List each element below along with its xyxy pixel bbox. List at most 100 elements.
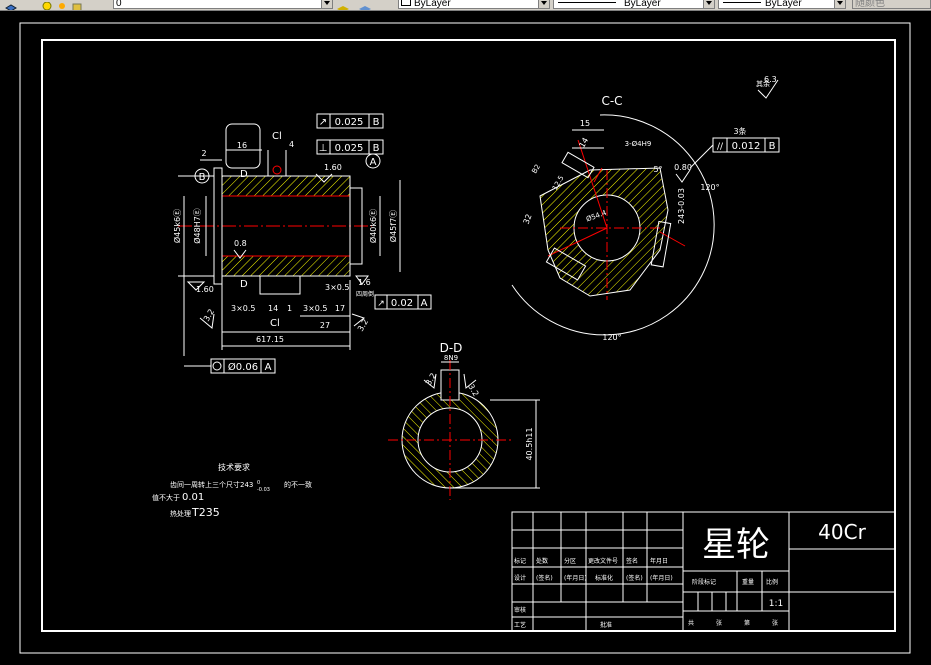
tb-r2-2: (年月日) [564, 574, 587, 582]
color-dropdown[interactable]: ByLayer [398, 0, 550, 9]
tb-stage-label: 阶段标记 [692, 578, 716, 586]
small-note: 四周倒 [356, 290, 374, 298]
linetype-preview [558, 2, 616, 3]
rough-160-bottom: 1.60 [196, 285, 214, 294]
label-cl-bottom: Cl [270, 318, 280, 329]
cc-dim-32: 32 [522, 213, 534, 226]
dim-d48: Ø48H7Ⓔ [192, 208, 202, 244]
tech-req-line1-end: 的不一致 [284, 480, 312, 489]
tech-req-line3-prefix: 热处理 [170, 509, 191, 518]
tech-req-title: 技术要求 [218, 462, 250, 472]
tb-r1-3: 更改文件号 [588, 557, 618, 565]
dd-dim-405: 40.5h11 [525, 427, 534, 460]
part-name: 星轮 [702, 525, 770, 565]
concentricity-icon [212, 361, 222, 371]
dim-d45f: Ø45f7Ⓔ [388, 210, 398, 242]
label-d-top: D [240, 169, 248, 180]
hatch-lower [221, 255, 351, 277]
tb-r1-4: 签名 [626, 557, 638, 565]
fcf-perp-symbol: ⊥ [319, 143, 328, 154]
sheet-outer-border [19, 22, 911, 654]
cc-dim-243: 243-0.03 [677, 188, 686, 224]
tech-req-line2-prefix: 值不大于 [152, 493, 180, 502]
label-d-bottom: D [240, 279, 248, 290]
lineweight-dropdown[interactable]: ByLayer [718, 0, 846, 9]
lock-icon[interactable] [70, 0, 84, 10]
chevron-down-icon[interactable] [834, 0, 845, 8]
section-cc-view: C-C 其余 6.3 15 14 3-Ø4H9 5° 0.80 3条 // 0.… [511, 75, 780, 342]
tech-req-tol-upper: 0 [257, 480, 260, 486]
label-cl-top: Cl [272, 131, 282, 142]
cc-fcf-count: 3条 [733, 126, 746, 136]
tb-scale-label: 比例 [766, 578, 778, 586]
light-bulb-icon[interactable] [40, 0, 54, 10]
linetype-dropdown[interactable]: ByLayer [553, 0, 715, 9]
tb-footer-0: 共 [688, 619, 694, 627]
dim-16: 16 [237, 141, 247, 150]
layer-previous-icon[interactable] [358, 0, 372, 10]
layer-dropdown[interactable]: 0 [113, 0, 333, 9]
dim-d45-left: Ø45k6Ⓔ [172, 209, 182, 243]
dim-3x05-a: 3×0.5 [231, 304, 256, 313]
fcf-concentric-value: Ø0.06 [228, 361, 258, 373]
tb-weight-label: 重量 [742, 578, 754, 586]
tb-r4-0: 工艺 [514, 621, 526, 629]
chevron-down-icon[interactable] [703, 0, 714, 8]
lineweight-preview [723, 2, 761, 3]
dim-27: 27 [320, 321, 330, 330]
rough-32-right: 3.2 [356, 317, 370, 333]
plotstyle-value: 随颜色 [855, 0, 885, 9]
rough-08: 0.8 [234, 239, 247, 248]
technical-requirements: 技术要求 齿间一周转上三个尺寸243 0 -0.03 的不一致 值不大于 0.0… [152, 462, 312, 519]
tech-req-line2-val: 0.01 [182, 492, 204, 503]
make-current-layer-icon[interactable] [336, 0, 350, 10]
tb-r1-5: 年月日 [650, 557, 668, 565]
cc-dim-120-bottom: 120° [602, 333, 621, 342]
dd-rough-left: 3.2 [424, 371, 438, 387]
material: 40Cr [818, 520, 866, 544]
tb-r2-3: 标准化 [595, 574, 613, 582]
rough-160-top: 1.60 [324, 163, 342, 172]
cc-dim-120-right: 120° [700, 183, 719, 192]
plotstyle-dropdown: 随颜色 [852, 0, 931, 9]
left-section-view: A B ↗ 0.025 B ⊥ 0.025 B ↗ 0.02 A 四周倒 Ø0.… [172, 113, 432, 374]
layer-value: 0 [116, 0, 122, 9]
drawing-canvas[interactable]: A B ↗ 0.025 B ⊥ 0.025 B ↗ 0.02 A 四周倒 Ø0.… [0, 11, 931, 661]
cc-fcf-value: 0.012 [732, 141, 761, 152]
chevron-down-icon[interactable] [321, 0, 332, 8]
dim-17: 17 [335, 304, 345, 313]
fcf-concentric-ref: A [265, 362, 272, 373]
fcf-runout2-symbol: ↗ [377, 299, 385, 309]
tb-r2-4: (签名) [626, 574, 643, 582]
tb-r2-1: (签名) [536, 574, 553, 582]
tb-footer-2: 第 [744, 619, 750, 627]
chevron-down-icon[interactable] [538, 0, 549, 8]
tb-r3-0: 审核 [514, 606, 526, 614]
tb-footer-1: 张 [716, 619, 722, 627]
section-dd-title: D-D [440, 341, 463, 355]
sun-icon[interactable] [55, 0, 69, 9]
cc-fcf-ref: B [769, 141, 776, 152]
color-swatch [401, 0, 411, 6]
tb-footer-3: 张 [772, 619, 778, 627]
dim-2: 2 [201, 149, 206, 158]
dd-dim-8n9: 8N9 [444, 354, 458, 362]
fcf-runout2-value: 0.02 [391, 298, 413, 309]
dim-3x05-b: 3×0.5 [303, 304, 328, 313]
layer-manager-icon[interactable] [4, 0, 18, 10]
dim-4: 4 [289, 140, 294, 149]
tech-req-line3-val: T235 [191, 506, 220, 519]
fcf-perp-value: 0.025 [335, 143, 364, 154]
dim-617: 617.15 [256, 335, 284, 344]
datum-a-label: A [370, 157, 377, 168]
linetype-value: ByLayer [624, 0, 661, 9]
cc-dim-15: 15 [580, 119, 590, 128]
fcf-perp-ref: B [373, 143, 380, 154]
dim-3x05-c: 3×0.5 [325, 283, 350, 292]
cc-dim-holes: 3-Ø4H9 [625, 140, 652, 148]
dim-14: 14 [268, 304, 278, 313]
fcf-runout-value: 0.025 [335, 117, 364, 128]
tb-r2-5: (年月日) [650, 574, 673, 582]
lineweight-value: ByLayer [765, 0, 802, 9]
section-dd-view: D-D 8N9 3.2 3.2 40.5h11 [388, 341, 540, 500]
